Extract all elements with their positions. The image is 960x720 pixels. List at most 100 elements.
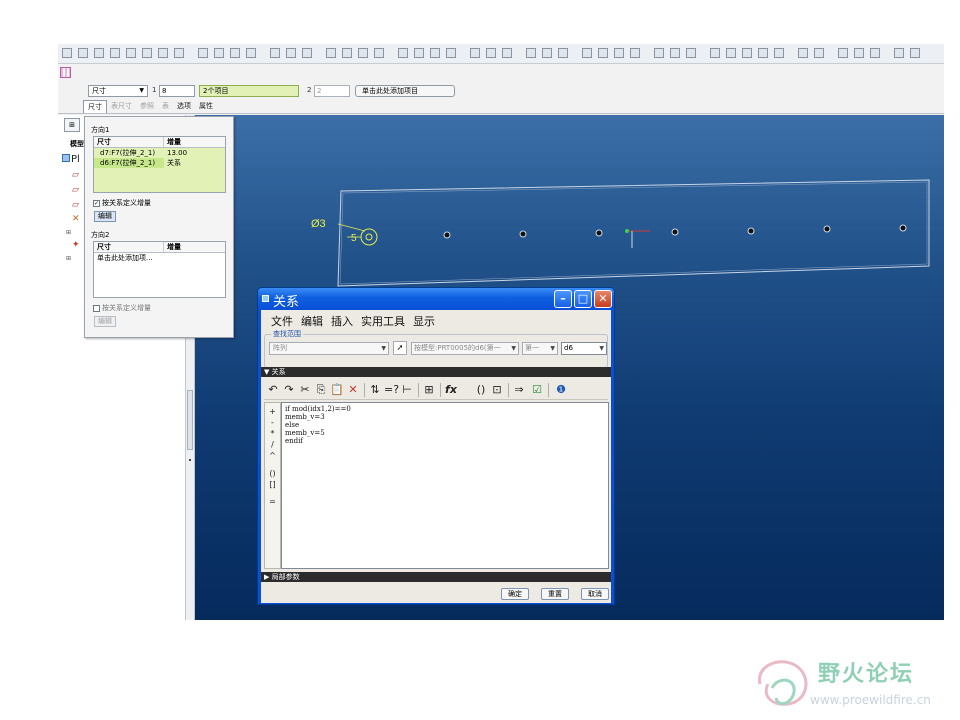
pattern-hole[interactable]	[671, 228, 679, 236]
toolbar-icon[interactable]	[342, 48, 352, 58]
toolbar-icon[interactable]	[582, 48, 592, 58]
insert-function-icon[interactable]: fx	[444, 383, 458, 397]
toolbar-icon[interactable]	[398, 48, 408, 58]
scope-select[interactable]: 阵列 ▼	[269, 342, 389, 355]
tab-references[interactable]: 参照	[136, 100, 158, 113]
help-icon[interactable]: ❶	[554, 383, 568, 397]
define-by-relation-checkbox-2[interactable]: 按关系定义增量	[93, 303, 151, 313]
dir1-items-collector[interactable]: 2个项目	[199, 85, 299, 97]
toolbar-icon[interactable]	[614, 48, 624, 58]
pattern-type-select[interactable]: 尺寸 ▼	[88, 85, 148, 97]
model-tree-root[interactable]: Pl	[62, 154, 80, 165]
model-tree-tab-icon[interactable]: ⊞	[64, 118, 80, 132]
toolbar-icon[interactable]	[286, 48, 296, 58]
table-row[interactable]: d6:F7(拉伸_2_1) 关系	[94, 158, 225, 168]
selected-hole-circle[interactable]	[360, 228, 378, 246]
toolbar-icon[interactable]	[758, 48, 768, 58]
toolbar-icon[interactable]	[270, 48, 280, 58]
toolbar-icon[interactable]	[358, 48, 368, 58]
edit-relations-button-disabled[interactable]: 编辑	[94, 316, 116, 327]
operator-plus-button[interactable]: +	[265, 407, 280, 416]
toolbar-icon[interactable]	[126, 48, 136, 58]
insert-unit-icon[interactable]: ⊡	[490, 383, 504, 397]
toolbar-icon[interactable]	[742, 48, 752, 58]
toolbar-icon[interactable]	[414, 48, 424, 58]
toolbar-icon[interactable]	[230, 48, 240, 58]
operator-divide-button[interactable]: /	[265, 440, 280, 449]
toolbar-icon[interactable]	[542, 48, 552, 58]
toolbar-icon[interactable]	[894, 48, 904, 58]
cut-icon[interactable]: ✂	[298, 383, 312, 397]
pattern-hole[interactable]	[823, 225, 831, 233]
insert-parentheses-icon[interactable]: ()	[474, 383, 488, 397]
sort-relations-icon[interactable]: ⇒	[512, 383, 526, 397]
expand-icon[interactable]: ⊞	[66, 229, 71, 236]
pattern-hole[interactable]	[519, 230, 527, 238]
coordinate-system-icon[interactable]: ✕	[72, 214, 80, 224]
select-cursor-button[interactable]: ➚	[393, 341, 407, 355]
toolbar-icon[interactable]	[62, 48, 72, 58]
toolbar-icon[interactable]	[214, 48, 224, 58]
dir1-count-input[interactable]: 8	[159, 85, 195, 97]
tab-tables[interactable]: 表	[158, 100, 173, 113]
operator-power-button[interactable]: ^	[265, 451, 280, 460]
toolbar-icon[interactable]	[110, 48, 120, 58]
pattern-hole[interactable]	[595, 229, 603, 237]
toolbar-icon[interactable]	[446, 48, 456, 58]
operator-parentheses-button[interactable]: ()	[265, 469, 280, 478]
feature-select[interactable]: 按模型:PRT0005的d6(第一 ▼	[411, 342, 519, 355]
toolbar-icon[interactable]	[798, 48, 808, 58]
toolbar-icon[interactable]	[470, 48, 480, 58]
pattern-hole[interactable]	[747, 227, 755, 235]
add-item-placeholder[interactable]: 单击此处添加项...	[94, 253, 153, 263]
operator-brackets-button[interactable]: []	[265, 480, 280, 489]
datum-plane-icon[interactable]: ▱	[72, 170, 79, 180]
parameter-select[interactable]: d6 ▼	[561, 342, 607, 355]
toolbar-icon[interactable]	[814, 48, 824, 58]
tab-options[interactable]: 选项	[173, 100, 195, 113]
evaluate-icon[interactable]: =?	[384, 383, 399, 397]
toolbar-icon[interactable]	[726, 48, 736, 58]
local-parameters-header[interactable]: ▶ 局部参数	[261, 572, 611, 582]
insert-parameter-icon[interactable]: ⊞	[422, 383, 436, 397]
toolbar-icon[interactable]	[598, 48, 608, 58]
menu-utilities[interactable]: 实用工具	[361, 313, 405, 329]
scrollbar-thumb[interactable]	[187, 390, 193, 450]
insert-here-icon[interactable]: ✦	[72, 240, 80, 250]
tab-table-dimensions[interactable]: 表尺寸	[107, 100, 136, 113]
add-item-row[interactable]: 单击此处添加项...	[94, 253, 225, 263]
toolbar-icon[interactable]	[198, 48, 208, 58]
redo-icon[interactable]: ↷	[282, 383, 296, 397]
dialog-titlebar[interactable]: 关系 – □ ✕	[258, 288, 614, 310]
operator-minus-button[interactable]: -	[265, 418, 280, 427]
toolbar-icon[interactable]	[158, 48, 168, 58]
edit-relations-button[interactable]: 编辑	[94, 211, 116, 222]
delete-icon[interactable]: ✕	[346, 383, 360, 397]
toolbar-icon[interactable]	[630, 48, 640, 58]
toolbar-icon[interactable]	[302, 48, 312, 58]
row-increment[interactable]: 13.00	[164, 148, 187, 158]
menu-edit[interactable]: 编辑	[301, 313, 323, 329]
toolbar-icon[interactable]	[526, 48, 536, 58]
verify-relations-icon[interactable]: ☑	[530, 383, 544, 397]
toolbar-icon[interactable]	[670, 48, 680, 58]
datum-plane-icon[interactable]: ▱	[72, 200, 79, 210]
table-row[interactable]: d7:F7(拉伸_2_1) 13.00	[94, 148, 225, 158]
toolbar-icon[interactable]	[374, 48, 384, 58]
diameter-dimension[interactable]: Ø3	[311, 218, 326, 230]
toolbar-icon[interactable]	[430, 48, 440, 58]
toolbar-icon[interactable]	[174, 48, 184, 58]
close-icon[interactable]: ✕	[594, 290, 612, 308]
toolbar-icon[interactable]	[654, 48, 664, 58]
level-select[interactable]: 第一 ▼	[522, 342, 558, 355]
row-increment[interactable]: 关系	[164, 158, 181, 168]
menu-display[interactable]: 显示	[413, 313, 435, 329]
ok-button[interactable]: 确定	[501, 588, 529, 600]
spacing-dimension[interactable]: 5	[351, 233, 357, 244]
add-item-button[interactable]: 单击此处添加项目	[355, 85, 455, 97]
toolbar-icon[interactable]	[246, 48, 256, 58]
relations-editor[interactable]: if mod(idx1,2)==0 memb_v=3 else memb_v=5…	[281, 402, 609, 569]
toolbar-icon[interactable]	[774, 48, 784, 58]
toolbar-icon[interactable]	[326, 48, 336, 58]
pattern-hole[interactable]	[443, 231, 451, 239]
